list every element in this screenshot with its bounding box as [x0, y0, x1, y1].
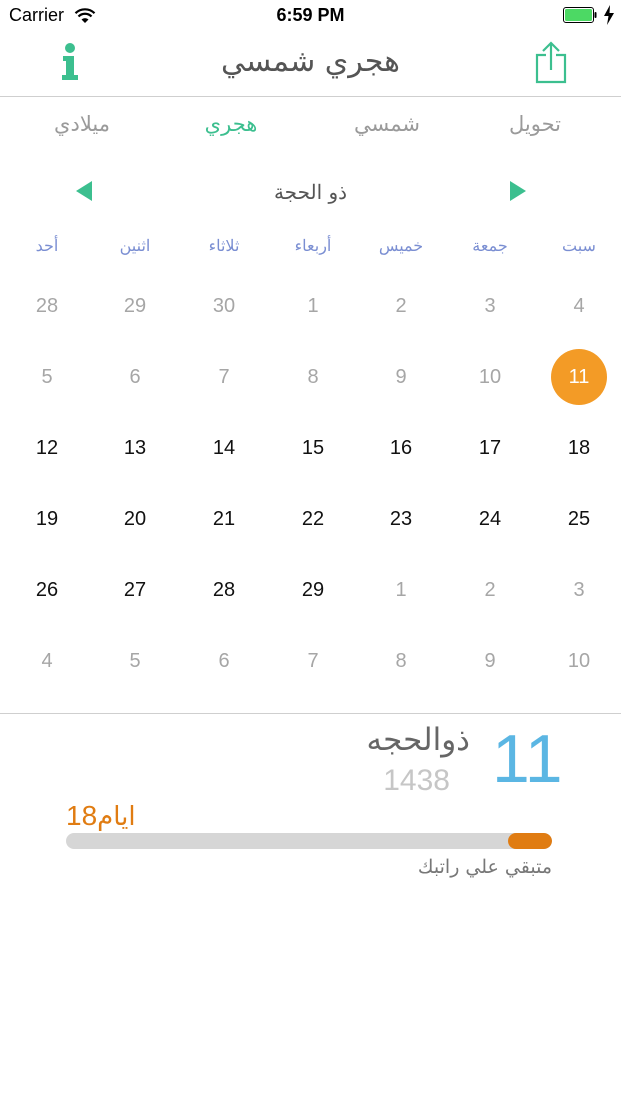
tab-convert[interactable]: تحويل [465, 112, 605, 136]
day-cell[interactable]: 28 [180, 570, 268, 610]
remaining-days-label: 18ايام [66, 800, 136, 832]
remaining-days-unit: ايام [97, 802, 136, 832]
day-cell[interactable]: 27 [91, 570, 179, 610]
day-cell[interactable]: 10 [446, 357, 534, 397]
calendar-divider [0, 713, 621, 714]
day-cell[interactable]: 24 [446, 499, 534, 539]
day-cell[interactable]: 8 [357, 641, 445, 681]
weekday-label: أربعاء [294, 236, 332, 255]
day-cell[interactable]: 8 [269, 357, 357, 397]
day-cell[interactable]: 9 [357, 357, 445, 397]
day-cell[interactable]: 29 [91, 286, 179, 326]
salary-progress-fill [508, 833, 552, 849]
weekday-label: أحد [35, 236, 59, 255]
day-cell[interactable]: 29 [269, 570, 357, 610]
tab-solar[interactable]: شمسي [317, 112, 457, 136]
day-cell[interactable]: 20 [91, 499, 179, 539]
day-cell[interactable]: 23 [357, 499, 445, 539]
day-cell[interactable]: 15 [269, 428, 357, 468]
day-cell[interactable]: 3 [446, 286, 534, 326]
weekday-label: ثلاثاء [208, 236, 240, 255]
status-bar: Carrier 6:59 PM [0, 0, 621, 32]
weekday-label: خميس [378, 236, 424, 255]
day-cell[interactable]: 2 [446, 570, 534, 610]
current-month-name: ذوالحجه [366, 722, 470, 758]
day-cell[interactable]: 22 [269, 499, 357, 539]
weekday-label: سبت [562, 236, 596, 255]
clock: 6:59 PM [276, 5, 345, 25]
day-cell[interactable]: 2 [357, 286, 445, 326]
charging-bolt-icon [604, 5, 614, 25]
current-year: 1438 [383, 764, 450, 797]
day-cell[interactable]: 6 [180, 641, 268, 681]
current-day-number: 11 [492, 721, 563, 797]
day-cell[interactable]: 18 [535, 428, 621, 468]
battery-charging-icon [563, 7, 597, 23]
day-cell[interactable]: 16 [357, 428, 445, 468]
day-cell[interactable]: 14 [180, 428, 268, 468]
day-cell[interactable]: 21 [180, 499, 268, 539]
day-cell[interactable]: 5 [3, 357, 91, 397]
day-cell[interactable]: 10 [535, 641, 621, 681]
day-cell[interactable]: 12 [3, 428, 91, 468]
header-divider [0, 96, 621, 97]
day-cell[interactable]: 25 [535, 499, 621, 539]
remaining-days-number: 18 [66, 800, 98, 831]
day-cell[interactable]: 4 [535, 286, 621, 326]
page-title: هجري شمسي [220, 44, 400, 79]
day-cell[interactable]: 19 [3, 499, 91, 539]
day-cell[interactable]: 7 [180, 357, 268, 397]
day-cell[interactable]: 26 [3, 570, 91, 610]
day-cell-today[interactable]: 11 [535, 357, 621, 397]
weekday-label: اثنين [119, 236, 151, 255]
share-icon[interactable] [534, 40, 568, 84]
day-cell[interactable]: 17 [446, 428, 534, 468]
day-cell[interactable]: 9 [446, 641, 534, 681]
day-cell[interactable]: 6 [91, 357, 179, 397]
tab-gregorian[interactable]: ميلادي [12, 112, 152, 136]
day-cell[interactable]: 13 [91, 428, 179, 468]
weekday-label: جمعة [472, 236, 508, 255]
day-cell[interactable]: 28 [3, 286, 91, 326]
tab-hijri[interactable]: هجري [161, 112, 301, 136]
triangle-right-icon[interactable] [508, 180, 528, 202]
day-cell[interactable]: 3 [535, 570, 621, 610]
day-cell[interactable]: 4 [3, 641, 91, 681]
day-cell[interactable]: 1 [269, 286, 357, 326]
day-cell[interactable]: 30 [180, 286, 268, 326]
day-cell[interactable]: 1 [357, 570, 445, 610]
day-cell[interactable]: 7 [269, 641, 357, 681]
day-cell[interactable]: 5 [91, 641, 179, 681]
salary-progress-bar [66, 833, 552, 849]
salary-caption: متبقي علي راتبك [417, 856, 552, 878]
